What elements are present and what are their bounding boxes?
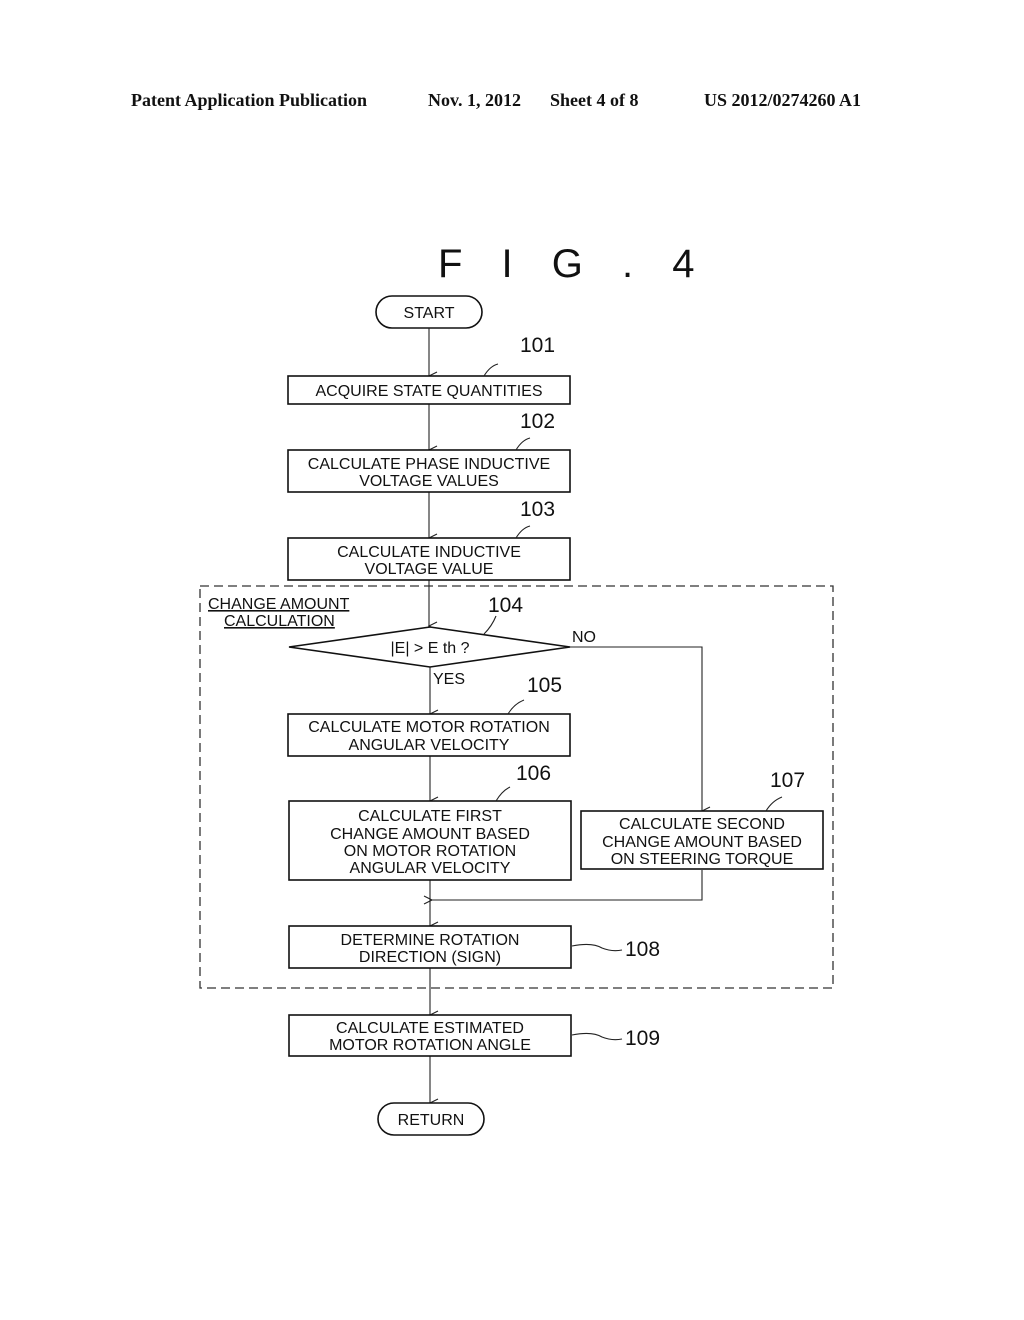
no-label: NO xyxy=(572,629,596,646)
leader-103 xyxy=(515,525,531,539)
ref-104: 104 xyxy=(488,594,523,617)
step-108-text-1: DETERMINE ROTATION xyxy=(341,932,520,949)
step-106-text-4: ANGULAR VELOCITY xyxy=(350,860,511,877)
ref-107: 107 xyxy=(770,769,805,792)
step-107-text-3: ON STEERING TORQUE xyxy=(611,851,794,868)
step-103-text-2: VOLTAGE VALUE xyxy=(365,561,494,578)
leader-105 xyxy=(507,699,525,715)
yes-label: YES xyxy=(433,671,465,688)
leader-107 xyxy=(765,796,783,812)
start-label: START xyxy=(404,305,455,322)
step-104-text: |E| > E th ? xyxy=(390,640,469,657)
step-106-text-1: CALCULATE FIRST xyxy=(358,808,502,825)
flowchart-diagram: F I G . 4 CHANGE AMOUNT CALCULATION STAR… xyxy=(199,242,834,1136)
step-101-text: ACQUIRE STATE QUANTITIES xyxy=(316,383,543,400)
step-107-text-2: CHANGE AMOUNT BASED xyxy=(602,834,802,851)
step-108-text-2: DIRECTION (SIGN) xyxy=(359,949,501,966)
leader-102 xyxy=(515,437,531,451)
figure-title: F I G . 4 xyxy=(438,242,708,286)
group-label-line1: CHANGE AMOUNT xyxy=(208,596,350,613)
step-107-text-1: CALCULATE SECOND xyxy=(619,816,785,833)
step-102-text-2: VOLTAGE VALUES xyxy=(359,473,499,490)
ref-108: 108 xyxy=(625,938,660,961)
ref-105: 105 xyxy=(527,674,562,697)
step-103-text-1: CALCULATE INDUCTIVE xyxy=(337,544,521,561)
step-105-text-2: ANGULAR VELOCITY xyxy=(349,737,510,754)
arrow-104-107-no xyxy=(570,646,702,811)
leader-101 xyxy=(483,363,499,377)
ref-101: 101 xyxy=(520,334,555,357)
leader-109 xyxy=(571,1032,623,1041)
ref-106: 106 xyxy=(516,762,551,785)
step-106-text-2: CHANGE AMOUNT BASED xyxy=(330,826,530,843)
group-label-line2: CALCULATION xyxy=(224,613,335,630)
step-109-text-1: CALCULATE ESTIMATED xyxy=(336,1020,524,1037)
leader-104 xyxy=(483,615,497,635)
ref-103: 103 xyxy=(520,498,555,521)
step-106-text-3: ON MOTOR ROTATION xyxy=(344,843,516,860)
ref-102: 102 xyxy=(520,410,555,433)
step-105-text-1: CALCULATE MOTOR ROTATION xyxy=(308,719,550,736)
leader-108 xyxy=(571,943,623,952)
leader-106 xyxy=(495,786,511,802)
step-109-text-2: MOTOR ROTATION ANGLE xyxy=(329,1037,531,1054)
return-label: RETURN xyxy=(398,1112,465,1129)
ref-109: 109 xyxy=(625,1027,660,1050)
step-102-text-1: CALCULATE PHASE INDUCTIVE xyxy=(308,456,550,473)
